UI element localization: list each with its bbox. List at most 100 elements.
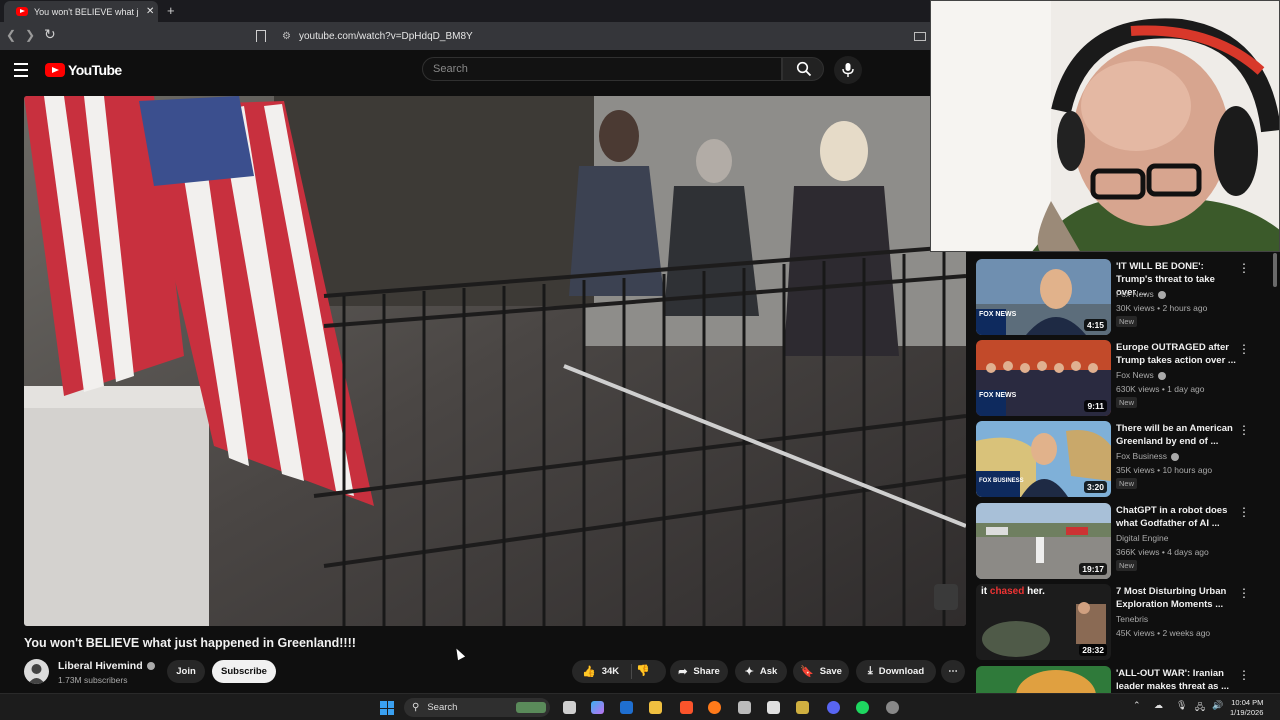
more-vert-icon[interactable]: ⋮ [1238, 505, 1250, 519]
mic-tray-icon[interactable]: 🎙 [1176, 700, 1187, 711]
recommended-video[interactable]: 'ALL-OUT WAR': Iranian leader makes thre… [976, 666, 1268, 693]
app-icon[interactable] [738, 701, 751, 714]
network-icon[interactable]: 🖧 [1195, 700, 1205, 716]
file-explorer-icon[interactable] [649, 701, 662, 714]
share-icon: ➦ [678, 666, 688, 678]
like-divider [631, 664, 632, 679]
video-thumbnail[interactable]: FOX BUSINESS 3:20 [976, 421, 1111, 497]
taskbar-search[interactable]: ⚲ Search [404, 698, 550, 717]
new-tab-button[interactable]: + [167, 3, 175, 18]
clock-date: 1/19/2026 [1230, 708, 1264, 717]
volume-icon[interactable]: 🔊 [1212, 700, 1223, 711]
reload-icon[interactable]: ↻ [44, 26, 56, 43]
recommended-channel[interactable]: Fox Business [1116, 451, 1180, 461]
bookmark-icon[interactable] [256, 30, 266, 42]
menu-icon[interactable] [14, 63, 28, 81]
recommended-title[interactable]: ChatGPT in a robot does what Godfather o… [1116, 504, 1236, 530]
join-label: Join [176, 666, 196, 677]
more-vert-icon[interactable]: ⋮ [1238, 261, 1250, 275]
join-button[interactable]: Join [167, 660, 205, 683]
mouse-cursor-icon [452, 646, 466, 661]
search-button[interactable] [782, 57, 824, 81]
store-icon[interactable] [767, 701, 780, 714]
search-input[interactable]: Search [422, 57, 782, 81]
cast-icon[interactable] [914, 32, 926, 41]
more-actions-button[interactable]: ⋯ [941, 660, 965, 683]
sidebar-scrollbar[interactable] [1273, 253, 1277, 287]
caption-her: her. [1027, 586, 1045, 597]
recommended-channel-text: Fox News [1116, 289, 1154, 299]
verified-icon [1157, 290, 1166, 299]
discord-icon[interactable] [827, 701, 840, 714]
like-count[interactable]: 34K [602, 666, 619, 677]
voice-search-button[interactable] [834, 56, 862, 84]
download-icon: ⤓ [867, 665, 873, 677]
recommended-meta: 366K views • 4 days ago [1116, 547, 1209, 557]
address-bar[interactable]: ⚙ youtube.com/watch?v=DpHdqD_BM8Y [276, 26, 926, 47]
new-badge: New [1116, 316, 1138, 327]
video-thumbnail[interactable] [976, 666, 1111, 693]
more-vert-icon[interactable]: ⋮ [1238, 586, 1250, 600]
subscribe-button[interactable]: Subscribe [212, 660, 276, 683]
video-player[interactable] [24, 96, 966, 626]
copilot-icon[interactable] [591, 701, 604, 714]
tray-overflow-icon[interactable]: ⌃ [1133, 700, 1141, 711]
recommended-title[interactable]: There will be an American Greenland by e… [1116, 422, 1236, 448]
recommended-channel[interactable]: Fox News [1116, 370, 1166, 380]
video-thumbnail[interactable]: it chased her. 28:32 [976, 584, 1111, 660]
channel-watermark-icon[interactable] [934, 584, 958, 610]
more-vert-icon[interactable]: ⋮ [1238, 342, 1250, 356]
obs-icon[interactable] [886, 701, 899, 714]
firefox-icon[interactable] [708, 701, 721, 714]
outlook-icon[interactable] [620, 701, 633, 714]
tab-title: You won't BELIEVE what just happened in … [34, 6, 138, 17]
site-info-icon[interactable]: ⚙ [282, 31, 291, 42]
recommended-video[interactable]: FOX BUSINESS 3:20 There will be an Ameri… [976, 421, 1268, 497]
subscriber-count: 1.73M subscribers [58, 675, 128, 685]
system-clock[interactable]: 10:04 PM 1/19/2026 [1230, 698, 1263, 718]
clock-time: 10:04 PM [1231, 698, 1264, 707]
video-thumbnail[interactable]: FOX NEWS 4:15 [976, 259, 1111, 335]
brave-browser-icon[interactable] [680, 701, 693, 714]
recommended-video[interactable]: 19:17 ChatGPT in a robot does what Godfa… [976, 503, 1268, 579]
forward-icon[interactable]: ❯ [25, 28, 35, 42]
download-button[interactable]: ⤓ Download [856, 660, 936, 683]
task-view-icon[interactable] [563, 701, 576, 714]
more-vert-icon[interactable]: ⋮ [1238, 423, 1250, 437]
like-icon[interactable]: 👍 [582, 665, 596, 678]
channel-avatar[interactable] [24, 659, 49, 684]
spotify-icon[interactable] [856, 701, 869, 714]
recommended-video[interactable]: FOX NEWS 4:15 'IT WILL BE DONE': Trump's… [976, 259, 1268, 335]
video-thumbnail[interactable]: FOX NEWS 9:11 [976, 340, 1111, 416]
back-icon[interactable]: ❮ [6, 28, 16, 42]
youtube-logo-icon [45, 63, 65, 77]
recommended-channel[interactable]: Digital Engine [1116, 533, 1168, 543]
browser-tab[interactable]: You won't BELIEVE what just happened in … [4, 1, 158, 22]
thumbnail-image [976, 666, 1111, 693]
channel-name[interactable]: Liberal Hivemind [58, 660, 155, 672]
recommended-video[interactable]: FOX NEWS 9:11 Europe OUTRAGED after Trum… [976, 340, 1268, 416]
more-vert-icon[interactable]: ⋮ [1238, 668, 1250, 682]
ask-button[interactable]: ✦ Ask [735, 660, 787, 683]
dislike-icon[interactable]: 👎 [636, 664, 650, 677]
cloud-icon[interactable]: ☁ [1154, 700, 1163, 711]
youtube-header: YouTube Search [0, 50, 930, 90]
youtube-logo[interactable]: YouTube [45, 62, 122, 78]
recommended-title[interactable]: Europe OUTRAGED after Trump takes action… [1116, 341, 1236, 367]
recommended-channel[interactable]: Tenebris [1116, 614, 1148, 624]
search-highlight-icon [516, 702, 546, 713]
media-player-icon[interactable] [796, 701, 809, 714]
verified-icon [1171, 452, 1180, 461]
recommended-title[interactable]: 'ALL-OUT WAR': Iranian leader makes thre… [1116, 667, 1236, 693]
save-button[interactable]: 🔖 Save [793, 660, 849, 683]
recommended-channel-text: Fox News [1116, 370, 1154, 380]
new-badge: New [1116, 397, 1138, 408]
video-thumbnail[interactable]: 19:17 [976, 503, 1111, 579]
windows-start-icon[interactable] [380, 701, 394, 715]
recommended-channel[interactable]: Fox News [1116, 289, 1166, 299]
recommended-video[interactable]: it chased her. 28:32 7 Most Disturbing U… [976, 584, 1268, 660]
recommended-title[interactable]: 7 Most Disturbing Urban Exploration Mome… [1116, 585, 1236, 611]
recommended-meta: 45K views • 2 weeks ago [1116, 628, 1211, 638]
tab-close-icon[interactable]: ✕ [146, 6, 154, 17]
share-button[interactable]: ➦ Share [670, 660, 728, 683]
